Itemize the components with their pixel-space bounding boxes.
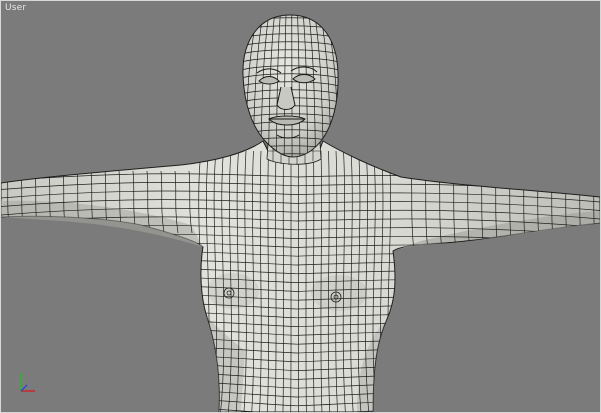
viewport-user[interactable]: User: [0, 0, 601, 413]
axis-z-line: [20, 384, 28, 392]
torso-and-arms[interactable]: [1, 140, 600, 412]
axis-gizmo: [20, 373, 35, 392]
mesh-model[interactable]: [1, 1, 600, 412]
head[interactable]: [237, 11, 343, 161]
